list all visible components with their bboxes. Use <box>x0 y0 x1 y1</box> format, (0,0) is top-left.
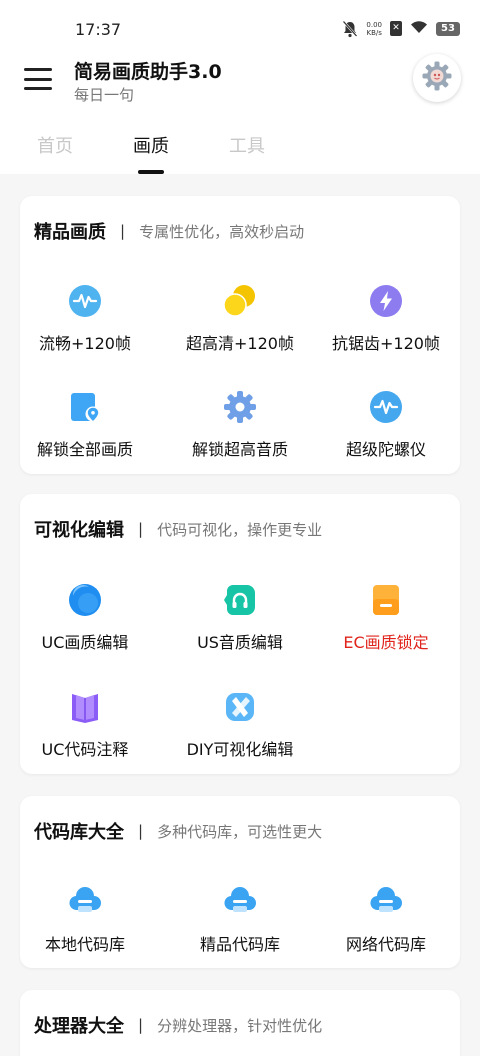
circles-icon <box>222 283 258 319</box>
item-label: 本地代码库 <box>44 935 125 954</box>
net-speed-unit: KB/s <box>366 28 382 37</box>
mute-bell-icon <box>342 20 358 38</box>
app-subtitle[interactable]: 每日一句 <box>74 84 134 105</box>
item-label: 超级陀螺仪 <box>345 440 426 459</box>
section-title: 处理器大全 <box>34 1016 124 1037</box>
status-bar: 17:37 0.00 KB/s ✕ 53 <box>0 0 480 52</box>
section-separator: | <box>138 1016 144 1034</box>
section-header: 可视化编辑 | 代码可视化，操作更专业 <box>34 516 322 542</box>
section-header: 处理器大全 | 分辨处理器，针对性优化 <box>34 1012 322 1038</box>
tab-bar: 首页 画质 工具 <box>0 118 480 174</box>
cloud-icon <box>222 884 258 920</box>
status-icons: 0.00 KB/s ✕ 53 <box>342 19 460 38</box>
item-label: 精品代码库 <box>199 935 280 954</box>
item-super-gyroscope[interactable]: 超级陀螺仪 <box>313 389 459 460</box>
item-label: 解锁全部画质 <box>36 440 133 459</box>
pulse-icon <box>67 283 103 319</box>
wifi-icon <box>410 19 428 38</box>
item-label: US音质编辑 <box>197 633 283 652</box>
battery-icon: 53 <box>436 21 460 36</box>
app-bar: 简易画质助手3.0 每日一句 <box>0 52 480 118</box>
section-visual-edit: 可视化编辑 | 代码可视化，操作更专业 UC画质编辑 US音质编辑 EC画质锁定… <box>20 494 460 774</box>
cloud-icon <box>67 884 103 920</box>
section-processor: 处理器大全 | 分辨处理器，针对性优化 <box>20 990 460 1056</box>
item-smooth-120fps[interactable]: 流畅+120帧 <box>12 283 158 354</box>
item-uhd-120fps[interactable]: 超高清+120帧 <box>167 283 313 354</box>
item-diy-visual-edit[interactable]: DIY可视化编辑 <box>167 689 313 760</box>
item-label: UC代码注释 <box>41 740 129 759</box>
item-premium-code-lib[interactable]: 精品代码库 <box>167 884 313 955</box>
section-description: 分辨处理器，针对性优化 <box>157 1016 323 1035</box>
tab-tools[interactable]: 工具 <box>229 132 265 158</box>
tab-quality[interactable]: 画质 <box>133 132 169 158</box>
item-uc-code-notes[interactable]: UC代码注释 <box>12 689 158 760</box>
location-doc-icon <box>67 389 103 425</box>
gear-icon <box>222 389 258 425</box>
lightning-icon <box>368 283 404 319</box>
tab-indicator <box>138 170 164 174</box>
tab-home[interactable]: 首页 <box>37 132 73 158</box>
item-unlock-hq-audio[interactable]: 解锁超高音质 <box>167 389 313 460</box>
book-icon <box>67 689 103 725</box>
item-label: 解锁超高音质 <box>191 440 288 459</box>
menu-line <box>24 87 52 90</box>
item-label: UC画质编辑 <box>41 633 129 652</box>
menu-button[interactable] <box>24 66 52 92</box>
section-header: 代码库大全 | 多种代码库，可选性更大 <box>34 818 322 844</box>
item-label: 网络代码库 <box>345 935 426 954</box>
section-separator: | <box>138 520 144 538</box>
section-title: 精品画质 <box>34 222 106 243</box>
section-separator: | <box>138 822 144 840</box>
item-label: 超高清+120帧 <box>186 334 294 353</box>
item-label: 流畅+120帧 <box>39 334 131 353</box>
section-separator: | <box>120 222 126 240</box>
menu-line <box>24 68 52 71</box>
section-description: 多种代码库，可选性更大 <box>157 822 323 841</box>
folder-icon <box>368 582 404 618</box>
sim-x-icon: ✕ <box>390 21 402 36</box>
item-ec-quality-lock[interactable]: EC画质锁定 <box>313 582 459 653</box>
net-speed-value: 0.00 <box>366 20 382 29</box>
blue-ball-icon <box>67 582 103 618</box>
item-antialias-120fps[interactable]: 抗锯齿+120帧 <box>313 283 459 354</box>
gear-icon <box>421 60 453 96</box>
section-title: 代码库大全 <box>34 822 124 843</box>
item-label: DIY可视化编辑 <box>186 740 294 759</box>
section-header: 精品画质 | 专属性优化，高效秒启动 <box>34 218 304 244</box>
section-description: 代码可视化，操作更专业 <box>157 520 323 539</box>
section-premium-quality: 精品画质 | 专属性优化，高效秒启动 流畅+120帧 超高清+120帧 抗锯齿+… <box>20 196 460 474</box>
item-uc-quality-edit[interactable]: UC画质编辑 <box>12 582 158 653</box>
section-code-library: 代码库大全 | 多种代码库，可选性更大 本地代码库 精品代码库 网络代码库 <box>20 796 460 968</box>
cloud-icon <box>368 884 404 920</box>
headphones-icon <box>222 582 258 618</box>
item-local-code-lib[interactable]: 本地代码库 <box>12 884 158 955</box>
item-us-audio-edit[interactable]: US音质编辑 <box>167 582 313 653</box>
pulse-icon <box>368 389 404 425</box>
status-time: 17:37 <box>75 20 122 39</box>
menu-line <box>24 77 52 81</box>
settings-avatar-button[interactable] <box>413 54 461 102</box>
net-speed: 0.00 KB/s <box>366 21 382 37</box>
app-title: 简易画质助手3.0 <box>74 61 222 83</box>
x-shape-icon <box>222 689 258 725</box>
section-description: 专属性优化，高效秒启动 <box>139 222 305 241</box>
item-network-code-lib[interactable]: 网络代码库 <box>313 884 459 955</box>
item-unlock-all-quality[interactable]: 解锁全部画质 <box>12 389 158 460</box>
section-title: 可视化编辑 <box>34 520 124 541</box>
item-label: EC画质锁定 <box>343 633 429 652</box>
item-label: 抗锯齿+120帧 <box>332 334 440 353</box>
